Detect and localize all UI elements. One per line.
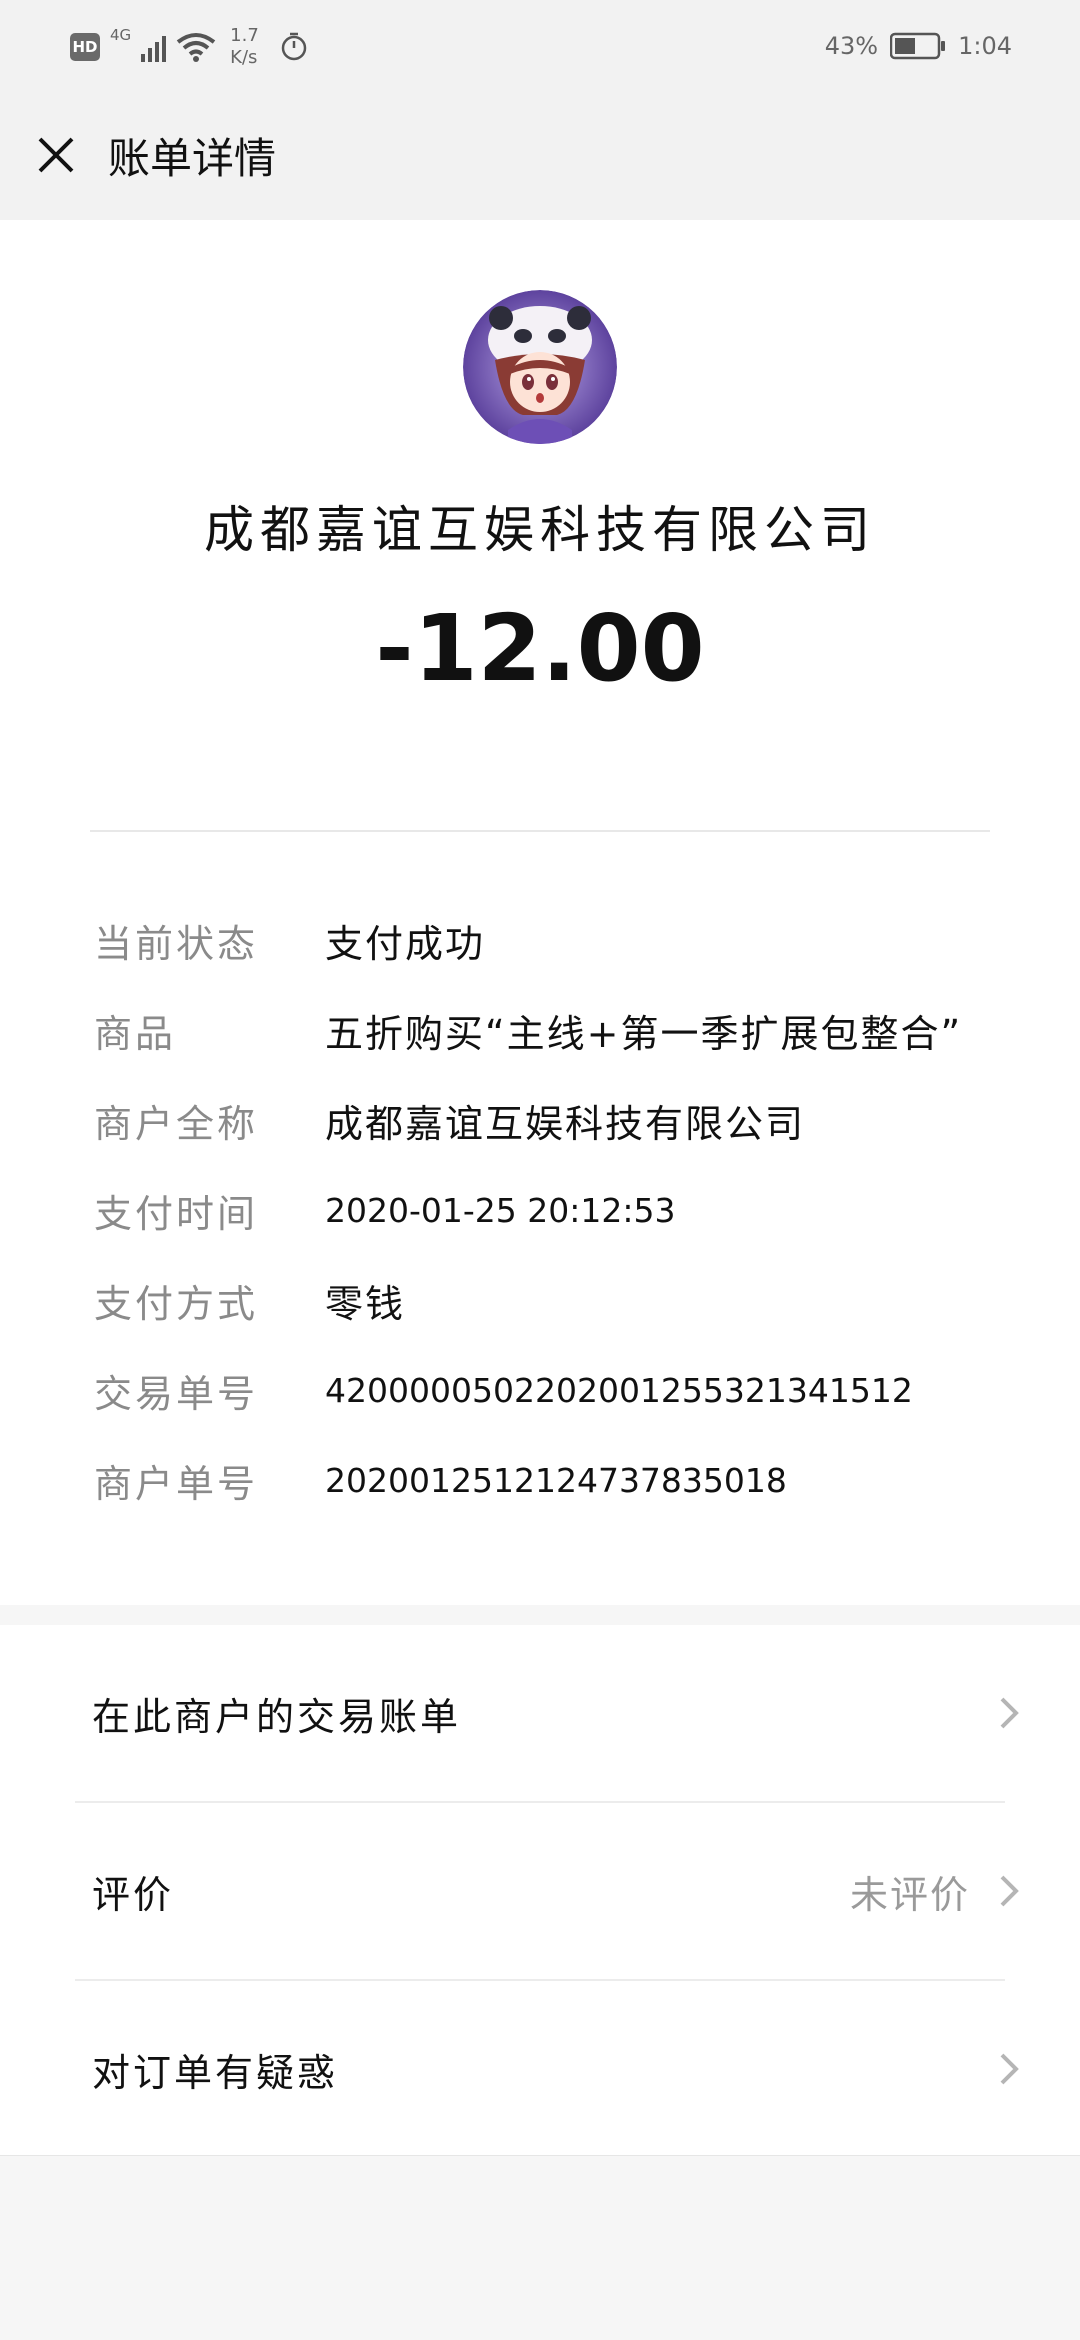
status-bar: HD 4G 1.7 K/s 43% 1:04 [0, 0, 1080, 90]
detail-row-merchant-order-id: 商户单号 202001251212473783501​8 [0, 1435, 1080, 1525]
detail-label: 支付方式 [94, 1281, 259, 1326]
battery-percent: 43% [824, 32, 879, 60]
detail-value: 零钱 [325, 1281, 406, 1326]
battery-icon [890, 32, 946, 60]
detail-label: 交易单号 [94, 1371, 259, 1416]
detail-value: 成都嘉谊互娱科技有限公司 [325, 1101, 806, 1146]
detail-row-product: 商品 五折购买“主线+第一季扩展包整合” [0, 985, 1080, 1075]
review-row[interactable]: 评价 未评价 [0, 1803, 1080, 1979]
detail-value: 五折购买“主线+第一季扩展包整合” [325, 1011, 963, 1056]
detail-row-transaction-id: 交易单号 4200000502202001255321341512 [0, 1345, 1080, 1435]
detail-row-pay-time: 支付时间 2020-01-25 20:12:53 [0, 1165, 1080, 1255]
bill-card: 成都嘉谊互娱科技有限公司 -12.00 当前状态 支付成功 商品 五折购买“主线… [0, 220, 1080, 1605]
detail-label: 商户全称 [94, 1101, 259, 1146]
network-type: 4G [110, 26, 132, 44]
detail-row-status: 当前状态 支付成功 [0, 895, 1080, 985]
payment-amount: -12.00 [375, 595, 705, 702]
status-right: 43% 1:04 [825, 26, 1012, 66]
detail-label: 商品 [94, 1011, 177, 1056]
hd-badge: HD [70, 33, 100, 61]
close-button[interactable] [26, 125, 86, 185]
bottom-area [0, 2155, 1080, 2340]
chevron-right-icon [1000, 1697, 1019, 1729]
action-list: 在此商户的交易账单 评价 未评价 对订单有疑惑 [0, 1625, 1080, 2155]
close-icon [38, 137, 74, 173]
detail-label: 支付时间 [94, 1191, 259, 1236]
action-label: 评价 [92, 1872, 175, 1917]
status-left: HD 4G 1.7 K/s [70, 22, 309, 72]
detail-row-merchant-fullname: 商户全称 成都嘉谊互娱科技有限公司 [0, 1075, 1080, 1165]
page-title: 账单详情 [108, 133, 277, 183]
detail-row-pay-method: 支付方式 零钱 [0, 1255, 1080, 1345]
speed-value: 1.7 [230, 25, 259, 46]
merchant-name: 成都嘉谊互娱科技有限公司 [204, 501, 876, 559]
divider [90, 830, 990, 832]
detail-label: 当前状态 [94, 921, 259, 966]
header: 账单详情 [0, 90, 1080, 220]
clock: 1:04 [958, 32, 1012, 60]
merchant-avatar [463, 290, 617, 444]
action-label: 在此商户的交易账单 [92, 1694, 462, 1739]
detail-value[interactable]: 202001251212473783501​8 [325, 1461, 787, 1500]
speed-unit: K/s [230, 47, 258, 68]
merchant-bills-row[interactable]: 在此商户的交易账单 [0, 1625, 1080, 1801]
order-question-row[interactable]: 对订单有疑惑 [0, 1981, 1080, 2157]
chevron-right-icon [1000, 2053, 1019, 2085]
detail-value: 2020-01-25 20:12:53 [325, 1190, 676, 1230]
network-speed: 1.7 K/s [230, 25, 259, 69]
wifi-icon [176, 33, 216, 62]
detail-label: 商户单号 [94, 1461, 259, 1506]
signal-icon [141, 32, 167, 62]
timer-icon [281, 32, 307, 61]
action-label: 对订单有疑惑 [92, 2050, 339, 2095]
chevron-right-icon [1000, 1875, 1019, 1907]
review-status: 未评价 [849, 1872, 970, 1917]
detail-value[interactable]: 4200000502202001255321341512 [325, 1371, 913, 1410]
detail-value: 支付成功 [325, 921, 486, 966]
